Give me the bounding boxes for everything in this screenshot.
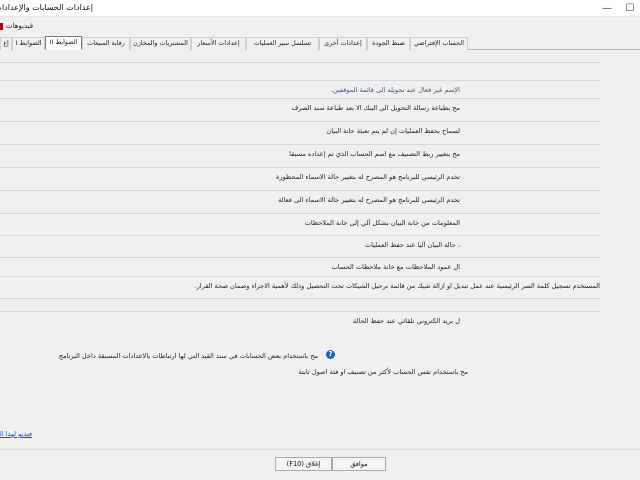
option-line[interactable]: مح باستخدام بعض الحسابات في سند القيد ال… [0,349,600,363]
video-icon [0,22,3,30]
setting-row[interactable]: مح بطباعة رسالة التحويل الى البنك الا بع… [0,98,600,116]
tab-truncated[interactable]: إع [0,37,12,50]
option-label: مح باستخدام بعض الحسابات في سند القيد ال… [58,352,318,360]
setting-row[interactable]: ال عمود الملاحظات مع خانة ملاحظات الحساب [0,257,600,275]
setting-row[interactable]: تخدم الرئيسي للبرنامج هو المصرح له بتغيي… [0,167,600,185]
tab-price-settings[interactable]: إعدادات الأسعار [191,37,246,50]
tab-controls-1[interactable]: الضوابط I [12,37,45,50]
tab-quality-control[interactable]: ضبط الجودة [367,37,410,50]
setting-label: ل بريد الكتروني تلقائي عند حفظ الحالة [352,317,460,325]
setting-row[interactable]: لسماح بحفظ العمليات إن لم يتم تعبئة خانة… [0,121,600,139]
option-label: مح باستخدام نفس الحساب لأكثر من تصنيف او… [298,368,468,376]
section-video-link[interactable]: فيديو لهذا القسم [0,430,32,438]
minimize-button[interactable]: — [597,0,617,17]
setting-row[interactable]: المعلومات من خانة البيان بشكل آلي إلى خا… [0,213,600,231]
tab-workflow-sequence[interactable]: تسلسل سير العمليات [246,37,319,50]
setting-label: ، حالة البيان آليا عند حفظ العمليات [364,241,460,249]
ok-button[interactable]: موافق [332,457,386,471]
setting-row[interactable]: مح بتغيير ربط التصنيف مع اسم الحساب الذي… [0,144,600,162]
setting-row[interactable]: المستخدم تسجيل كلمة السر الرئيسية عند عم… [0,276,600,298]
setting-label: المستخدم تسجيل كلمة السر الرئيسية عند عم… [194,282,600,290]
setting-row[interactable]: تخدم الرئيسي للبرنامج هو المصرح له بتغيي… [0,190,600,208]
setting-row[interactable] [0,62,600,80]
setting-row[interactable]: ل بريد الكتروني تلقائي عند حفظ الحالة [0,311,600,329]
tab-purchases-stores[interactable]: المشتريات والمخازن [130,37,191,50]
tab-default-account[interactable]: الحساب الإفتراضي [410,37,468,50]
close-button[interactable]: إغلاق (F10) [275,457,332,471]
setting-row[interactable]: ، حالة البيان آليا عند حفظ العمليات [0,235,600,253]
maximize-button[interactable]: ☐ [620,0,640,17]
option-line[interactable]: مح باستخدام نفس الحساب لأكثر من تصنيف او… [0,365,600,379]
footer-divider [0,449,640,450]
title-bar: إعدادات الحسابات والإعدادات — ☐ [0,0,640,17]
setting-label: الإسم غير فعال عند تحويله الى قائمة المو… [330,86,460,94]
tab-controls-2[interactable]: الضوابط II [45,36,82,50]
setting-label: تخدم الرئيسي للبرنامج هو المصرح له بتغيي… [278,196,460,204]
window-title: إعدادات الحسابات والإعدادات [0,3,93,12]
videos-link-label: فيديوهات [6,22,34,30]
tab-other-settings[interactable]: إعدادات أخرى [319,37,367,50]
setting-label: المعلومات من خانة البيان بشكل آلي إلى خا… [304,219,460,227]
settings-panel: الإسم غير فعال عند تحويله الى قائمة المو… [0,50,612,450]
question-circle-icon[interactable]: ? [326,350,335,359]
setting-row[interactable]: الإسم غير فعال عند تحويله الى قائمة المو… [0,80,600,98]
videos-row: فيديوهات [0,20,640,34]
setting-label: مح بتغيير ربط التصنيف مع اسم الحساب الذي… [289,150,460,158]
setting-label: تخدم الرئيسي للبرنامج هو المصرح له بتغيي… [276,173,460,181]
setting-label: لسماح بحفظ العمليات إن لم يتم تعبئة خانة… [326,127,460,135]
videos-link[interactable]: فيديوهات [0,22,33,30]
setting-label: مح بطباعة رسالة التحويل الى البنك الا بع… [291,104,460,112]
tab-sales-control[interactable]: رقابة المبيعات [82,37,130,50]
tab-bar: الحساب الإفتراضي ضبط الجودة إعدادات أخرى… [0,36,640,50]
setting-label: ال عمود الملاحظات مع خانة ملاحظات الحساب [331,263,460,271]
